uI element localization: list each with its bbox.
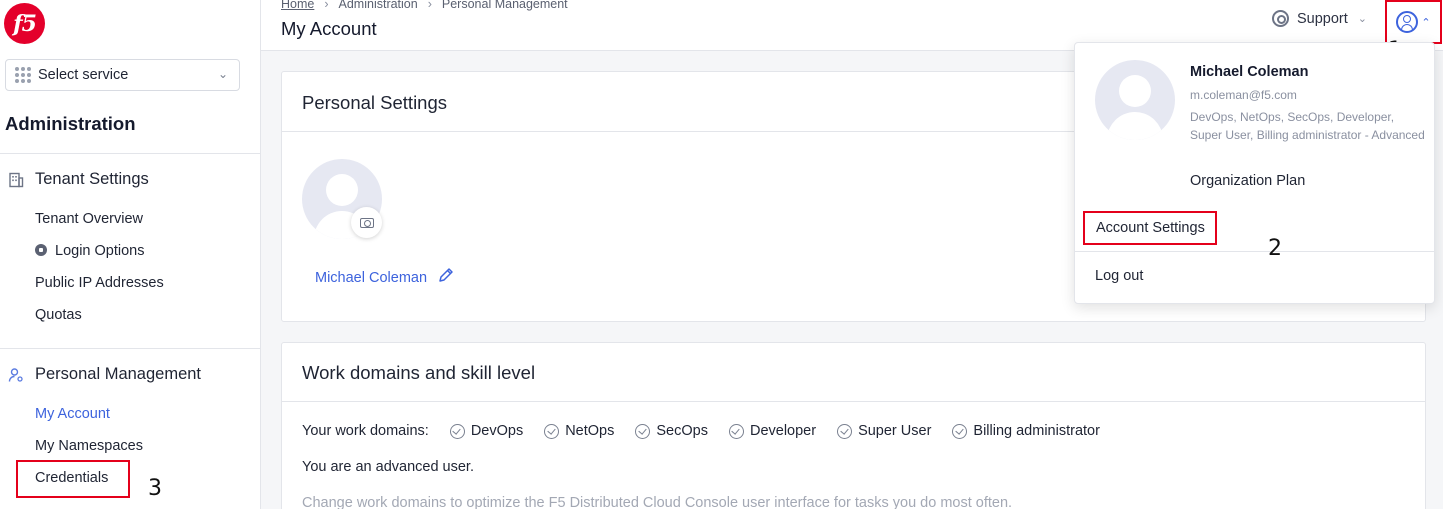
divider bbox=[0, 348, 261, 349]
check-circle-icon bbox=[952, 423, 968, 439]
chevron-up-icon: ⌃ bbox=[1421, 16, 1431, 29]
chevron-right-icon: › bbox=[324, 0, 329, 11]
grid-icon bbox=[15, 67, 31, 83]
pencil-icon[interactable] bbox=[437, 267, 454, 289]
breadcrumb-administration[interactable]: Administration bbox=[339, 0, 418, 11]
domain-developer: Developer bbox=[728, 423, 817, 439]
select-service-dropdown[interactable]: Select service ⌄ bbox=[5, 59, 240, 91]
support-button[interactable]: Support ⌄ bbox=[1272, 10, 1367, 27]
domain-billing-administrator: Billing administrator bbox=[952, 423, 1100, 439]
divider bbox=[282, 401, 1425, 402]
sidebar-item-label: Login Options bbox=[55, 243, 145, 259]
lock-icon bbox=[35, 244, 47, 256]
change-photo-button[interactable] bbox=[351, 207, 382, 238]
sidebar-group-tenant-settings[interactable]: Tenant Settings bbox=[7, 170, 149, 189]
sidebar-item-tenant-overview[interactable]: Tenant Overview bbox=[35, 211, 143, 227]
user-name-link[interactable]: Michael Coleman bbox=[315, 267, 454, 289]
breadcrumb-home[interactable]: Home bbox=[281, 0, 314, 11]
avatar bbox=[1095, 60, 1175, 140]
check-circle-icon bbox=[449, 423, 465, 439]
work-domains-hint: Change work domains to optimize the F5 D… bbox=[302, 495, 1013, 509]
sidebar-item-my-account[interactable]: My Account bbox=[35, 406, 110, 422]
domain-label: DevOps bbox=[470, 423, 524, 439]
chevron-down-icon: ⌄ bbox=[217, 67, 228, 81]
user-settings-icon bbox=[7, 366, 24, 383]
work-domains-label: Your work domains: bbox=[302, 423, 429, 439]
user-menu-plan: Organization Plan bbox=[1190, 173, 1306, 189]
domain-super-user: Super User bbox=[837, 423, 931, 439]
sidebar-item-my-namespaces[interactable]: My Namespaces bbox=[35, 438, 143, 454]
breadcrumb-personal-management: Personal Management bbox=[441, 0, 568, 11]
domain-label: NetOps bbox=[565, 423, 615, 439]
lifebuoy-icon bbox=[1272, 10, 1289, 27]
check-circle-icon bbox=[544, 423, 560, 439]
user-menu-roles: DevOps, NetOps, SecOps, Developer, Super… bbox=[1190, 110, 1425, 142]
card-title: Work domains and skill level bbox=[302, 362, 536, 383]
divider bbox=[0, 153, 261, 154]
work-domains-card: Work domains and skill level Your work d… bbox=[281, 342, 1426, 509]
chevron-right-icon: › bbox=[427, 0, 432, 11]
camera-icon bbox=[359, 217, 374, 228]
account-settings-menu-item[interactable]: Account Settings bbox=[1083, 211, 1217, 245]
work-domains-row: Your work domains: DevOps NetOps SecOps … bbox=[302, 423, 1100, 439]
sidebar-item-public-ip-addresses[interactable]: Public IP Addresses bbox=[35, 275, 164, 291]
domain-devops: DevOps bbox=[449, 423, 524, 439]
annotation-number-2: 2 bbox=[1268, 236, 1282, 261]
sidebar-group-label: Personal Management bbox=[35, 365, 202, 383]
sidebar-item-login-options[interactable]: Login Options bbox=[35, 243, 144, 259]
annotation-number-3: 3 bbox=[148, 476, 162, 501]
card-title: Personal Settings bbox=[302, 92, 448, 113]
user-name: Michael Coleman bbox=[315, 270, 428, 286]
divider bbox=[1075, 251, 1434, 252]
sidebar-group-personal-management[interactable]: Personal Management bbox=[7, 365, 201, 384]
domain-label: Super User bbox=[858, 423, 932, 439]
check-circle-icon bbox=[728, 423, 744, 439]
domain-label: Billing administrator bbox=[973, 423, 1100, 439]
check-circle-icon bbox=[837, 423, 853, 439]
skill-level-text: You are an advanced user. bbox=[302, 459, 474, 475]
select-service-label: Select service bbox=[38, 67, 129, 83]
page-title: My Account bbox=[281, 18, 377, 39]
user-menu-name: Michael Coleman bbox=[1190, 64, 1309, 80]
support-label: Support bbox=[1297, 10, 1348, 27]
logout-menu-item[interactable]: Log out bbox=[1095, 268, 1143, 284]
f5-logo[interactable]: f5 bbox=[4, 3, 45, 44]
building-icon bbox=[7, 171, 24, 188]
sidebar: f5 Select service ⌄ Administration Tenan… bbox=[0, 0, 261, 509]
sidebar-section-title: Administration bbox=[5, 113, 136, 134]
check-circle-icon bbox=[635, 423, 651, 439]
breadcrumb: Home › Administration › Personal Managem… bbox=[281, 0, 568, 11]
domain-secops: SecOps bbox=[635, 423, 708, 439]
sidebar-item-quotas[interactable]: Quotas bbox=[35, 307, 82, 323]
user-menu-email: m.coleman@f5.com bbox=[1190, 88, 1297, 102]
highlight-box-credentials bbox=[16, 460, 130, 498]
user-menu-dropdown: Michael Coleman m.coleman@f5.com DevOps,… bbox=[1074, 42, 1435, 304]
domain-label: Developer bbox=[749, 423, 817, 439]
chevron-down-icon: ⌄ bbox=[1357, 13, 1368, 25]
domain-label: SecOps bbox=[656, 423, 708, 439]
user-circle-icon bbox=[1396, 11, 1419, 33]
sidebar-group-label: Tenant Settings bbox=[35, 170, 149, 188]
domain-netops: NetOps bbox=[544, 423, 614, 439]
